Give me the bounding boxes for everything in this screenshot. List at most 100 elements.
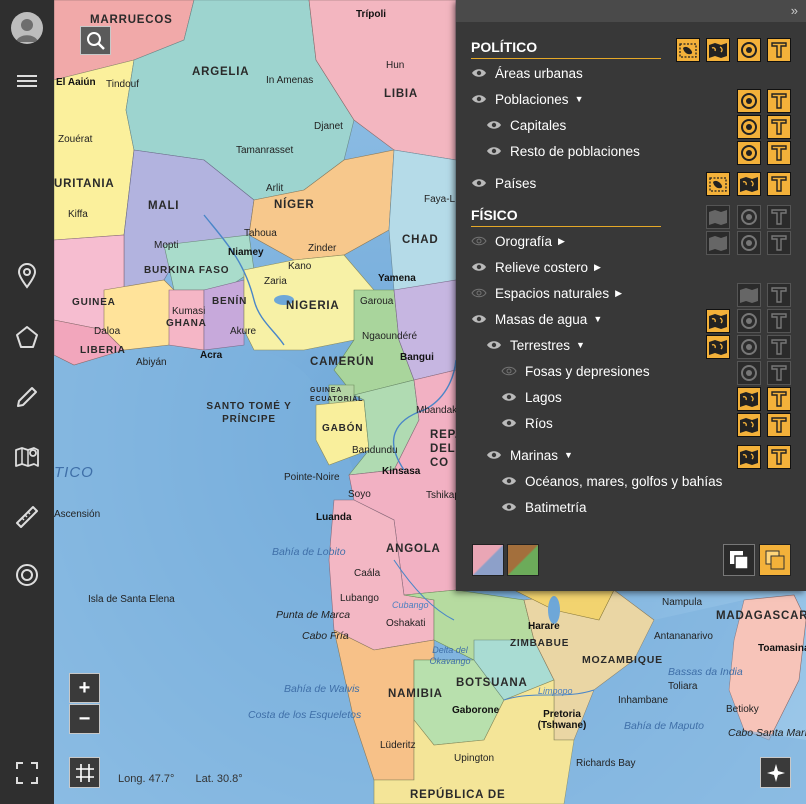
terrestres-text-toggle[interactable] [767,335,791,359]
eye-icon[interactable] [501,392,517,402]
eye-icon[interactable] [501,366,517,376]
ruler-icon[interactable] [11,501,43,533]
caret-down-icon[interactable]: ▼ [564,450,573,460]
layer-areas-urbanas[interactable]: Áreas urbanas [471,62,583,84]
layer-resto-poblaciones[interactable]: Resto de poblaciones [486,140,640,162]
caret-down-icon[interactable]: ▼ [575,94,584,104]
map-pin-icon[interactable] [11,441,43,473]
menu-icon[interactable] [11,65,43,97]
masas-point-toggle[interactable] [737,309,761,333]
polygon-icon[interactable] [11,321,43,353]
layer-espacios-naturales[interactable]: Espacios naturales ▶ [471,282,622,304]
lagos-text-toggle[interactable] [767,387,791,411]
eye-icon[interactable] [471,236,487,246]
eye-icon[interactable] [471,178,487,188]
espacios-text-toggle[interactable] [767,283,791,307]
eye-icon[interactable] [501,502,517,512]
layer-rios[interactable]: Ríos [501,412,553,434]
politico-map-toggle[interactable] [706,38,730,62]
grid-icon[interactable] [69,757,100,788]
layer-fosas[interactable]: Fosas y depresiones [501,360,650,382]
layer-batimetria[interactable]: Batimetría [501,496,587,518]
label-marruecos: MARRUECOS [90,14,173,26]
eye-icon[interactable] [486,450,502,460]
layer-paises[interactable]: Países [471,172,536,194]
layer-masas-agua[interactable]: Masas de agua ▼ [471,308,602,330]
poblaciones-point-toggle[interactable] [737,89,761,113]
layer-relieve-costero[interactable]: Relieve costero ▶ [471,256,601,278]
layer-panel: » POLÍTICO Áreas urbanas Poblaciones ▼ C… [456,0,806,591]
user-icon[interactable] [11,12,43,44]
layer-orografia[interactable]: Orografía ▶ [471,230,565,252]
eye-icon[interactable] [471,262,487,272]
fisico-point-toggle[interactable] [737,205,761,229]
collapse-panel-button[interactable]: » [791,3,798,18]
location-pin-icon[interactable] [11,260,43,292]
masas-text-toggle[interactable] [767,309,791,333]
layer-poblaciones[interactable]: Poblaciones ▼ [471,88,583,110]
layer-terrestres[interactable]: Terrestres ▼ [486,334,585,356]
orografia-text-toggle[interactable] [767,231,791,255]
zoom-in-button[interactable]: + [69,673,100,703]
eye-icon[interactable] [501,476,517,486]
paises-map-toggle[interactable] [737,172,761,196]
politico-text-toggle[interactable] [767,38,791,62]
fisico-map-toggle[interactable] [706,205,730,229]
label-kiffa: Kiffa [68,209,88,220]
layer-label: Lagos [525,389,562,405]
orografia-point-toggle[interactable] [737,231,761,255]
resto-text-toggle[interactable] [767,141,791,165]
layer-capitales[interactable]: Capitales [486,114,566,136]
marinas-text-toggle[interactable] [767,445,791,469]
layer-lagos[interactable]: Lagos [501,386,562,408]
eye-icon[interactable] [486,340,502,350]
espacios-map-toggle[interactable] [737,283,761,307]
fisico-text-toggle[interactable] [767,205,791,229]
politico-areas-toggle[interactable] [676,38,700,62]
layers-color-icon[interactable] [759,544,791,576]
pencil-icon[interactable] [11,381,43,413]
marinas-map-toggle[interactable] [737,445,761,469]
politico-point-toggle[interactable] [737,38,761,62]
eye-icon[interactable] [471,68,487,78]
fosas-text-toggle[interactable] [767,361,791,385]
rios-text-toggle[interactable] [767,413,791,437]
caret-right-icon[interactable]: ▶ [594,262,601,273]
political-style-swatch[interactable] [472,544,504,576]
fullscreen-icon[interactable] [11,757,43,789]
zoom-out-button[interactable]: − [69,704,100,734]
capitales-point-toggle[interactable] [737,115,761,139]
compass-icon[interactable] [760,757,791,788]
orografia-map-toggle[interactable] [706,231,730,255]
caret-right-icon[interactable]: ▶ [558,236,565,247]
search-icon[interactable] [80,26,111,55]
caret-right-icon[interactable]: ▶ [615,288,622,299]
label-luderitz: Lüderitz [380,740,416,751]
masas-map-toggle[interactable] [706,309,730,333]
layer-marinas[interactable]: Marinas ▼ [486,444,573,466]
terrestres-map-toggle[interactable] [706,335,730,359]
paises-area-toggle[interactable] [706,172,730,196]
terrestres-point-toggle[interactable] [737,335,761,359]
eye-icon[interactable] [486,120,502,130]
paises-text-toggle[interactable] [767,172,791,196]
eye-icon[interactable] [471,94,487,104]
eye-icon[interactable] [471,314,487,324]
caret-down-icon[interactable]: ▼ [576,340,585,350]
eye-icon[interactable] [486,146,502,156]
fosas-point-toggle[interactable] [737,361,761,385]
physical-style-swatch[interactable] [507,544,539,576]
layer-oceanos[interactable]: Océanos, mares, golfos y bahías [501,470,722,492]
resto-point-toggle[interactable] [737,141,761,165]
capitales-text-toggle[interactable] [767,115,791,139]
target-icon[interactable] [11,559,43,591]
rios-map-toggle[interactable] [737,413,761,437]
layers-white-icon[interactable] [723,544,755,576]
lagos-map-toggle[interactable] [737,387,761,411]
eye-icon[interactable] [501,418,517,428]
eye-icon[interactable] [471,288,487,298]
label-bassas-india: Bassas da India [668,666,743,678]
poblaciones-text-toggle[interactable] [767,89,791,113]
caret-down-icon[interactable]: ▼ [593,314,602,324]
label-akure: Akure [230,326,257,337]
